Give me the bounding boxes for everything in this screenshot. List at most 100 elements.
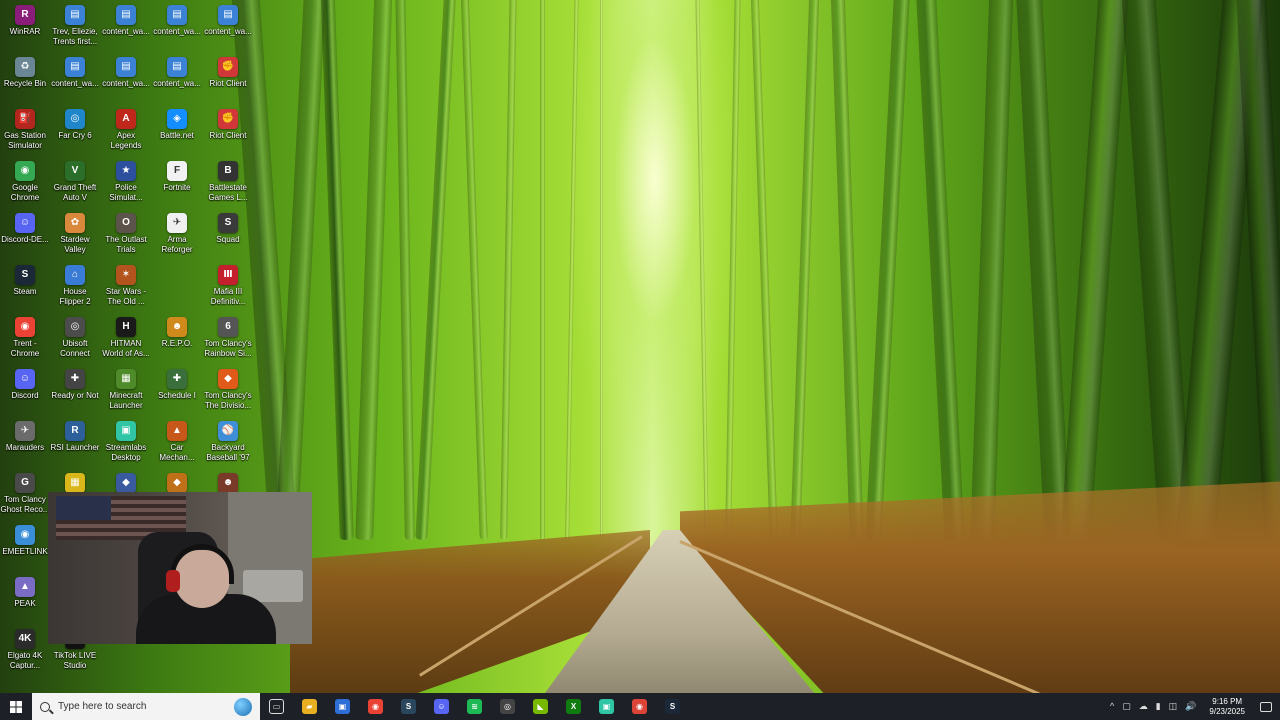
desktop-icon[interactable]: ▤ content_wa... — [203, 2, 253, 54]
desktop-icon-label: Apex Legends — [110, 131, 142, 150]
taskbar-app-task-view[interactable]: ▭ — [260, 693, 293, 720]
desktop-icon[interactable]: ◎ Far Cry 6 — [50, 106, 100, 158]
desktop-icon[interactable]: ▤ content_wa... — [101, 2, 151, 54]
taskbar-app-nvidia[interactable]: ◣ — [524, 693, 557, 720]
headset-earcup — [166, 570, 180, 592]
desktop-icon[interactable]: F Fortnite — [152, 158, 202, 210]
taskbar: Type here to search ▭ ▰ ▣ ◉ S ☺ ≋ ◎ ◣ X ▣ ◉ S ^ ▢ ☁ ▮ ◫ 🔊… — [0, 693, 1280, 720]
steam-active-icon: S — [665, 699, 680, 714]
app-icon: ✈ — [15, 421, 35, 441]
desktop-icon[interactable]: ◉ EMEETLINK — [0, 522, 50, 574]
desktop-icon[interactable]: ▤ content_wa... — [50, 54, 100, 106]
desktop-icon[interactable]: ▦ Minecraft Launcher — [101, 366, 151, 418]
desktop-icon[interactable]: ▤ content_wa... — [101, 54, 151, 106]
desktop-icon[interactable]: ☺ Discord-DE... — [0, 210, 50, 262]
tray-icon[interactable]: ^ — [1110, 701, 1114, 712]
desktop-icon[interactable]: S Squad — [203, 210, 253, 262]
desktop-icon[interactable]: ⌂ House Flipper 2 — [50, 262, 100, 314]
desktop-icon[interactable]: S Steam — [0, 262, 50, 314]
desktop-icon-label: WinRAR — [9, 27, 41, 36]
desktop-icon[interactable]: ☻ R.E.P.O. — [152, 314, 202, 366]
desktop-icon[interactable]: ◉ Trent - Chrome — [0, 314, 50, 366]
bamboo-stalk — [865, 0, 911, 541]
desktop-icon[interactable]: ✊ Riot Client — [203, 54, 253, 106]
desktop-icon[interactable]: ★ Police Simulat... — [101, 158, 151, 210]
tray-icon[interactable]: ◫ — [1169, 701, 1178, 712]
taskbar-app-discord[interactable]: ☺ — [425, 693, 458, 720]
desktop-icon-label: content_wa... — [102, 27, 150, 36]
desktop-icon[interactable]: A Apex Legends — [101, 106, 151, 158]
desktop-icon[interactable]: 4K Elgato 4K Captur... — [0, 626, 50, 678]
search-highlight-icon[interactable] — [234, 698, 252, 716]
desktop-icon[interactable]: B Battlestate Games L... — [203, 158, 253, 210]
bamboo-stalk — [395, 0, 415, 541]
app-icon: ▲ — [15, 577, 35, 597]
taskbar-app-obs[interactable]: ◎ — [491, 693, 524, 720]
desktop-icon-label: Trent - Chrome — [10, 339, 40, 358]
desktop-icon[interactable]: ✿ Stardew Valley — [50, 210, 100, 262]
desktop-icon-label: Schedule I — [158, 391, 196, 400]
tray-icon[interactable]: ▮ — [1156, 701, 1161, 712]
taskbar-app-spotify[interactable]: ≋ — [458, 693, 491, 720]
desktop-icon[interactable]: ▣ Streamlabs Desktop — [101, 418, 151, 470]
taskbar-app-app-blue[interactable]: ▣ — [326, 693, 359, 720]
taskbar-app-streamlabs[interactable]: ▣ — [590, 693, 623, 720]
desktop-icon[interactable]: 6 Tom Clancy's Rainbow Si... — [203, 314, 253, 366]
desktop-icon[interactable]: R RSI Launcher — [50, 418, 100, 470]
taskbar-search[interactable]: Type here to search — [32, 693, 260, 720]
desktop-icon[interactable]: ◎ Ubisoft Connect — [50, 314, 100, 366]
desktop-icon[interactable]: ✚ Ready or Not — [50, 366, 100, 418]
desktop-icon[interactable]: ✈ Arma Reforger — [152, 210, 202, 262]
taskbar-app-chrome-profile[interactable]: ◉ — [623, 693, 656, 720]
taskbar-app-chrome[interactable]: ◉ — [359, 693, 392, 720]
desktop-icon[interactable]: O The Outlast Trials — [101, 210, 151, 262]
desktop-icon[interactable]: ✶ Star Wars - The Old ... — [101, 262, 151, 314]
desktop-icon[interactable]: ◉ Google Chrome — [0, 158, 50, 210]
start-button[interactable] — [0, 693, 32, 720]
desktop-icon[interactable]: ☺ Discord — [0, 366, 50, 418]
desktop-icon-label: House Flipper 2 — [59, 287, 91, 306]
desktop-icon[interactable]: H HITMAN World of As... — [101, 314, 151, 366]
taskbar-app-file-explorer[interactable]: ▰ — [293, 693, 326, 720]
steam-icon: S — [401, 699, 416, 714]
tray-icon[interactable]: 🔊 — [1185, 701, 1196, 712]
taskbar-clock[interactable]: 9:16 PM 9/23/2025 — [1209, 697, 1245, 717]
chrome-profile-icon: ◉ — [632, 699, 647, 714]
desktop-icon-label: PEAK — [14, 599, 36, 608]
notification-icon[interactable] — [1260, 701, 1272, 712]
tray-icon[interactable]: ☁ — [1139, 701, 1148, 712]
desktop-icon[interactable]: ▤ content_wa... — [152, 54, 202, 106]
desktop-icon[interactable]: ♻ Recycle Bin — [0, 54, 50, 106]
desktop-icon[interactable]: ▤ Trev, Eliezie, Trents first... — [50, 2, 100, 54]
taskbar-app-steam-active[interactable]: S — [656, 693, 689, 720]
app-icon: ☻ — [167, 317, 187, 337]
app-icon: ▤ — [116, 57, 136, 77]
taskbar-app-steam[interactable]: S — [392, 693, 425, 720]
desktop-icon[interactable]: ✚ Schedule I — [152, 366, 202, 418]
desktop-icon[interactable]: G Tom Clancy Ghost Reco... — [0, 470, 50, 522]
desktop-icon[interactable]: ◆ Tom Clancy's The Divisio... — [203, 366, 253, 418]
desktop-icon[interactable]: ▲ PEAK — [0, 574, 50, 626]
tray-icon[interactable]: ▢ — [1122, 701, 1131, 712]
desktop-icon-label: TikTok LIVE Studio — [53, 651, 97, 670]
app-icon: ♻ — [15, 57, 35, 77]
desktop-icon[interactable]: ⛽ Gas Station Simulator — [0, 106, 50, 158]
desktop-icon[interactable]: ▲ Car Mechan... — [152, 418, 202, 470]
desktop-icon[interactable]: Ⅲ Mafia III Definitiv... — [203, 262, 253, 314]
desktop-icon[interactable]: ✈ Marauders — [0, 418, 50, 470]
desktop-icon[interactable]: R WinRAR — [0, 2, 50, 54]
desktop-icon-label: The Outlast Trials — [105, 235, 147, 254]
taskbar-app-xbox[interactable]: X — [557, 693, 590, 720]
app-icon: ▤ — [65, 5, 85, 25]
app-icon: ◈ — [167, 109, 187, 129]
app-icon: ▤ — [167, 57, 187, 77]
desktop-icon-label: Car Mechan... — [159, 443, 195, 462]
desktop-icon-label: Arma Reforger — [161, 235, 193, 254]
app-icon: ◉ — [15, 317, 35, 337]
desktop-icon[interactable]: ✊ Riot Client — [203, 106, 253, 158]
nvidia-icon: ◣ — [533, 699, 548, 714]
desktop-icon[interactable]: ▤ content_wa... — [152, 2, 202, 54]
desktop-icon[interactable]: V Grand Theft Auto V — [50, 158, 100, 210]
desktop-icon[interactable]: ⚾ Backyard Baseball '97 — [203, 418, 253, 470]
desktop-icon[interactable]: ◈ Battle.net — [152, 106, 202, 158]
